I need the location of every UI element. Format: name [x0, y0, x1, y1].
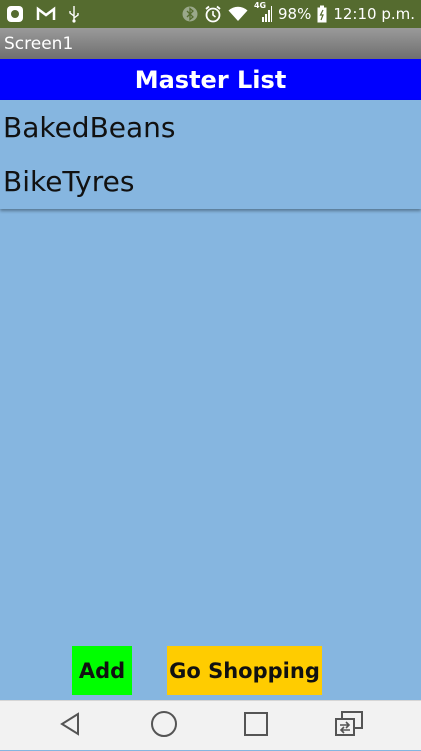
- status-left-icons: [6, 5, 80, 23]
- add-button[interactable]: Add: [72, 646, 132, 695]
- list-item-label: BakedBeans: [3, 110, 176, 144]
- list-item[interactable]: BikeTyres: [0, 154, 421, 208]
- status-bar: 4G 98% 12:10 p.m.: [0, 0, 421, 28]
- usb-icon: [68, 5, 80, 23]
- status-right-icons: 4G 98% 12:10 p.m.: [182, 1, 415, 23]
- alarm-icon: [204, 5, 222, 23]
- go-shopping-button[interactable]: Go Shopping: [167, 646, 322, 695]
- master-list-view[interactable]: BakedBeans BikeTyres: [0, 100, 421, 209]
- navigation-bar: [0, 700, 421, 750]
- bluetooth-icon: [182, 5, 198, 23]
- master-list-header: Master List: [0, 59, 421, 100]
- screen-title: Screen1: [4, 33, 74, 54]
- recents-button[interactable]: [231, 701, 281, 751]
- list-item[interactable]: BakedBeans: [0, 100, 421, 154]
- clock: 12:10 p.m.: [333, 5, 415, 23]
- switch-app-icon: [334, 711, 364, 741]
- gmail-icon: [36, 6, 56, 22]
- home-icon: [150, 710, 178, 742]
- home-button[interactable]: [139, 701, 189, 751]
- header-title: Master List: [134, 65, 287, 94]
- back-icon: [58, 711, 84, 741]
- battery-percent: 98%: [277, 5, 312, 23]
- back-button[interactable]: [46, 701, 96, 751]
- screen-title-bar: Screen1: [0, 28, 421, 59]
- wifi-icon: [228, 6, 248, 22]
- switch-app-button[interactable]: [324, 701, 374, 751]
- signal-4g-icon: 4G: [254, 1, 272, 23]
- list-item-label: BikeTyres: [3, 164, 135, 198]
- battery-icon: [317, 5, 327, 23]
- square-app-icon: [6, 5, 24, 23]
- recents-icon: [243, 711, 269, 741]
- network-type-label: 4G: [253, 1, 267, 10]
